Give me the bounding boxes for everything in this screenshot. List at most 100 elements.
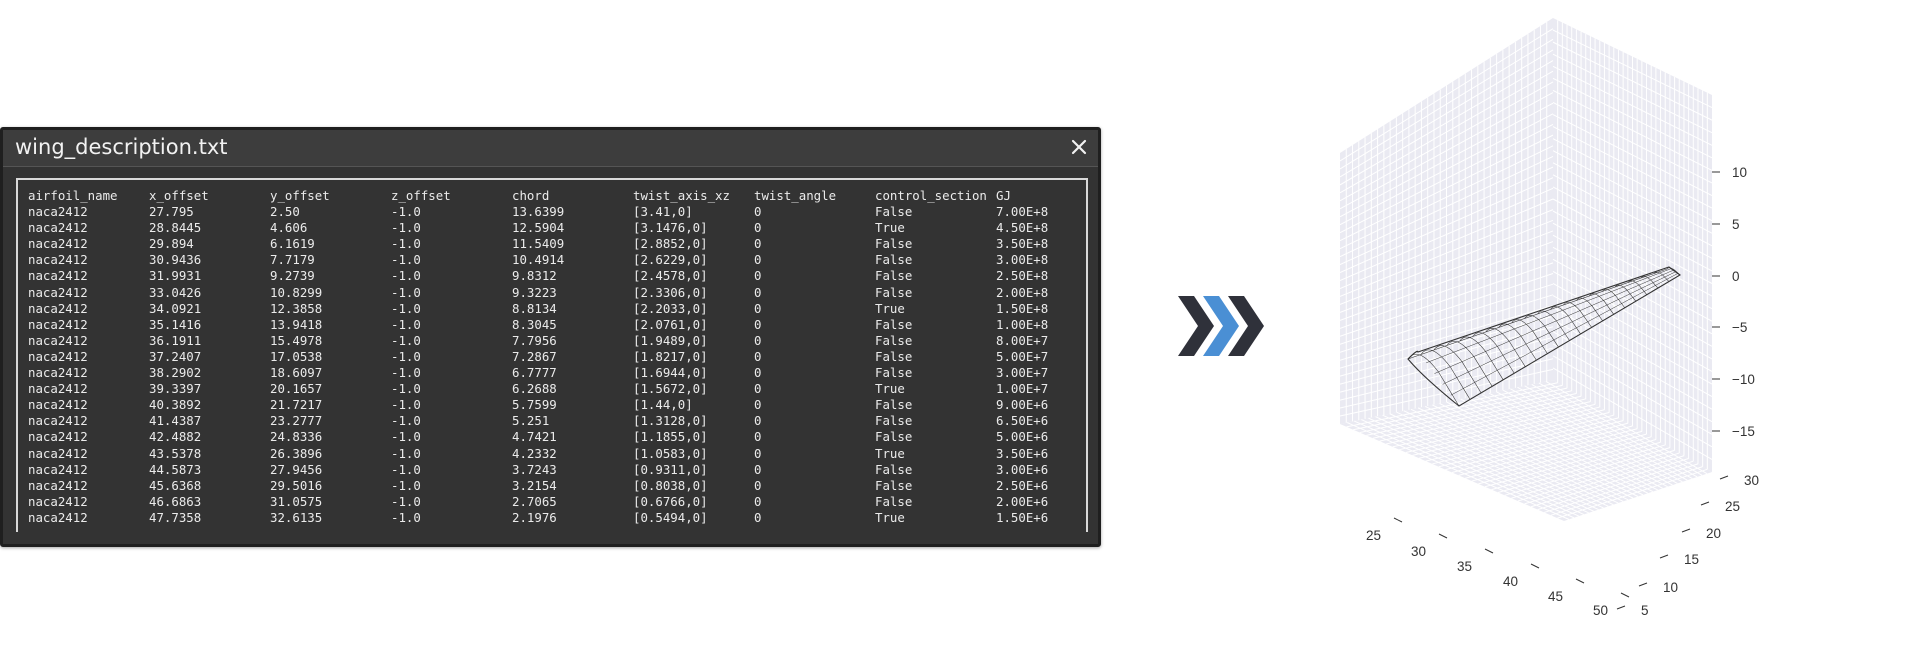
table-cell: naca2412 [28, 477, 88, 493]
table-cell: False [875, 429, 913, 445]
table-cell: -1.0 [391, 413, 421, 429]
table-cell: 0 [754, 461, 762, 477]
table-row: naca2412 44.5873 27.9456 -1.0 3.7243 [0.9311,… [28, 462, 1076, 478]
table-cell: 0 [754, 509, 762, 525]
table-cell: 31.9931 [149, 268, 202, 284]
table-cell: naca2412 [28, 413, 88, 429]
table-cell: 4.50E+8 [996, 220, 1049, 236]
table-cell: False [875, 252, 913, 268]
wing-3d-plot-svg: 253035404550 510152025301050−5−10−15 [1340, 18, 1759, 618]
column-header: y_offset [270, 188, 330, 203]
table-cell: naca2412 [28, 429, 88, 445]
table-cell: False [875, 284, 913, 300]
table-cell: 37.2407 [149, 348, 202, 364]
table-cell: False [875, 477, 913, 493]
x-tick-label: 25 [1366, 528, 1381, 543]
table-cell: 21.7217 [270, 397, 323, 413]
table-cell: 35.1416 [149, 316, 202, 332]
table-row: naca2412 35.1416 13.9418 -1.0 8.3045 [2.0761,… [28, 317, 1076, 333]
table-cell: 3.50E+6 [996, 445, 1049, 461]
table-cell: 9.00E+6 [996, 397, 1049, 413]
table-cell: 43.5378 [149, 445, 202, 461]
z-tick-label: −10 [1732, 372, 1755, 387]
table-cell: 36.1911 [149, 332, 202, 348]
close-icon [1071, 139, 1087, 155]
table-cell: 40.3892 [149, 397, 202, 413]
table-cell: 9.2739 [270, 268, 315, 284]
x-tick-label: 35 [1457, 559, 1472, 574]
table-cell: naca2412 [28, 252, 88, 268]
table-cell: 6.1619 [270, 236, 315, 252]
table-cell: 5.7599 [512, 397, 557, 413]
table-cell: 0 [754, 220, 762, 236]
column-header: control_section [875, 188, 987, 203]
table-cell: 7.7956 [512, 332, 557, 348]
table-cell: [0.8038,0] [633, 477, 708, 493]
table-row: naca2412 34.0921 12.3858 -1.0 8.8134 [2.2033,… [28, 301, 1076, 317]
x-tick-mark [1620, 592, 1630, 598]
table-cell: 3.2154 [512, 477, 557, 493]
y-tick-label: 10 [1663, 580, 1678, 595]
table-cell: 29.894 [149, 236, 194, 252]
y-tick-label: 15 [1684, 552, 1699, 567]
text-content-panel[interactable]: airfoil_name x_offset y_offset z_offset chor… [16, 178, 1088, 532]
column-header: twist_axis_xz [633, 188, 730, 203]
table-cell: False [875, 365, 913, 381]
table-cell: 6.2688 [512, 381, 557, 397]
table-row: naca2412 30.9436 7.7179 -1.0 10.4914 [2.6229,… [28, 252, 1076, 268]
table-cell: 2.50E+8 [996, 268, 1049, 284]
table-cell: 26.3896 [270, 445, 323, 461]
table-cell: 0 [754, 252, 762, 268]
table-row: naca2412 36.1911 15.4978 -1.0 7.7956 [1.9489,… [28, 333, 1076, 349]
table-cell: naca2412 [28, 397, 88, 413]
wing-data-table: airfoil_name x_offset y_offset z_offset chor… [28, 188, 1076, 526]
table-cell: naca2412 [28, 236, 88, 252]
column-header: chord [512, 188, 550, 203]
table-cell: 47.7358 [149, 509, 202, 525]
table-cell: 5.00E+7 [996, 348, 1049, 364]
table-cell: 5.00E+6 [996, 429, 1049, 445]
table-cell: 17.0538 [270, 348, 323, 364]
table-cell: False [875, 397, 913, 413]
table-cell: [3.41,0] [633, 204, 693, 220]
table-body: naca2412 27.795 2.50 -1.0 13.6399 [3.41,0] 0 Fa… [28, 204, 1076, 526]
y-tick-mark [1638, 582, 1648, 587]
canvas: wing_description.txt airfoil_name x_offse… [0, 0, 1920, 649]
table-cell: 0 [754, 477, 762, 493]
table-row: naca2412 46.6863 31.0575 -1.0 2.7065 [0.6766,… [28, 494, 1076, 510]
table-cell: [1.9489,0] [633, 332, 708, 348]
table-cell: [2.4578,0] [633, 268, 708, 284]
table-cell: 5.251 [512, 413, 550, 429]
table-cell: -1.0 [391, 284, 421, 300]
table-cell: 8.3045 [512, 316, 557, 332]
table-cell: 27.795 [149, 204, 194, 220]
column-header: x_offset [149, 188, 209, 203]
table-cell: 6.50E+6 [996, 413, 1049, 429]
table-cell: 15.4978 [270, 332, 323, 348]
x-tick-mark [1530, 563, 1540, 569]
close-button[interactable] [1064, 132, 1094, 162]
window-titlebar[interactable]: wing_description.txt [3, 130, 1098, 167]
table-cell: 0 [754, 413, 762, 429]
table-cell: 8.8134 [512, 300, 557, 316]
table-cell: -1.0 [391, 220, 421, 236]
y-tick-mark [1700, 501, 1710, 506]
table-cell: naca2412 [28, 220, 88, 236]
table-cell: 39.3397 [149, 381, 202, 397]
table-cell: 28.8445 [149, 220, 202, 236]
table-cell: [2.6229,0] [633, 252, 708, 268]
table-cell: False [875, 413, 913, 429]
column-header: twist_angle [754, 188, 837, 203]
table-cell: 32.6135 [270, 509, 323, 525]
triple-chevron-right-icon [1178, 296, 1264, 356]
table-row: naca2412 27.795 2.50 -1.0 13.6399 [3.41,0] 0 Fa… [28, 204, 1076, 220]
table-cell: 44.5873 [149, 461, 202, 477]
table-cell: [1.44,0] [633, 397, 693, 413]
table-cell: -1.0 [391, 365, 421, 381]
table-cell: 4.606 [270, 220, 308, 236]
y-tick-label: 5 [1641, 603, 1649, 618]
table-cell: 2.50E+6 [996, 477, 1049, 493]
table-cell: naca2412 [28, 332, 88, 348]
table-row: naca2412 45.6368 29.5016 -1.0 3.2154 [0.8038,… [28, 478, 1076, 494]
table-cell: -1.0 [391, 509, 421, 525]
